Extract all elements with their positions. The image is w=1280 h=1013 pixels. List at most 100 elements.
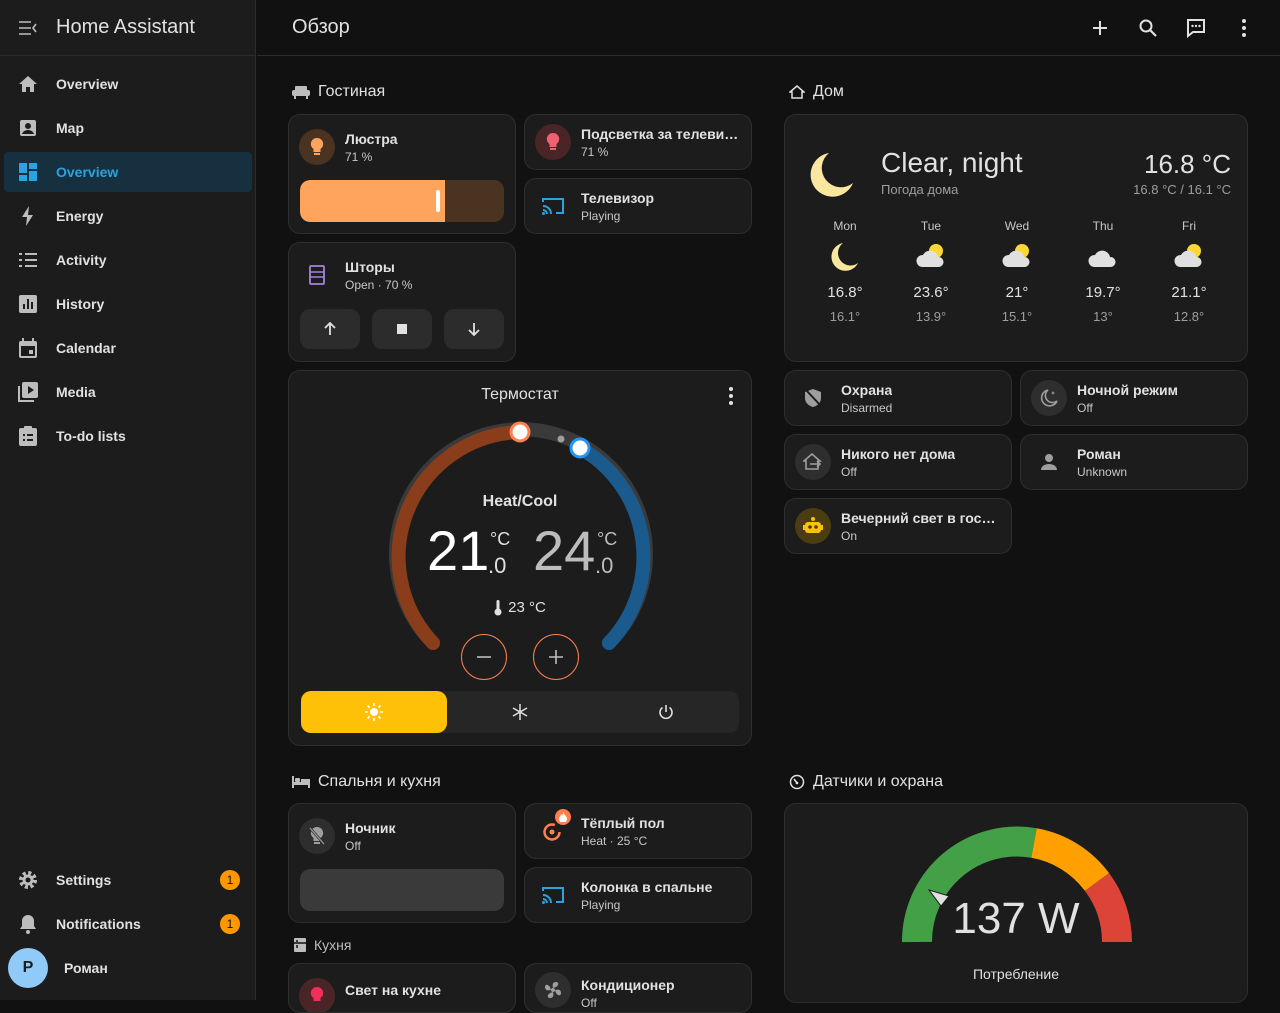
forecast-day-name: Tue — [920, 219, 942, 233]
mode-off-button[interactable] — [593, 691, 739, 733]
blinds-open-button[interactable] — [300, 309, 360, 349]
sidebar-item-energy[interactable]: Energy — [4, 196, 252, 236]
entity-state: Heat · 25 °C — [581, 833, 648, 848]
sidebar-item-label: Settings — [56, 872, 112, 888]
section-title: Кухня — [314, 937, 352, 953]
forecast-day: Fri 21.1° 12.8° — [1159, 219, 1219, 324]
ac-card[interactable]: Кондиционер Off — [524, 963, 752, 1013]
sidebar-item-label: Map — [56, 120, 84, 136]
blinds-stop-button[interactable] — [372, 309, 432, 349]
sidebar-item-profile[interactable]: Р Роман — [4, 948, 252, 988]
blinds-close-button[interactable] — [444, 309, 504, 349]
home-outline-icon — [789, 85, 805, 99]
robot-icon[interactable] — [795, 508, 831, 544]
thermostat-icon[interactable] — [535, 809, 571, 849]
evening-light-card[interactable]: Вечерний свет в гостиной On — [784, 498, 1012, 554]
forecast-day-name: Fri — [1182, 219, 1196, 233]
sidebar-item-label: Media — [56, 384, 96, 400]
away-card[interactable]: Никого нет дома Off — [784, 434, 1012, 490]
thermostat-dial[interactable] — [381, 421, 661, 661]
entity-name: Шторы — [345, 258, 395, 275]
person-card[interactable]: Роман Unknown — [1020, 434, 1248, 490]
current-temperature: 23 °C — [289, 599, 751, 616]
media-icon — [18, 382, 38, 402]
power-value: 137 W — [952, 894, 1080, 943]
thermostat-more-button[interactable] — [729, 387, 733, 410]
mode-heat-cool-button[interactable] — [301, 691, 447, 733]
section-title: Датчики и охрана — [813, 773, 943, 790]
sidebar-item-label: Energy — [56, 208, 104, 224]
cast-icon[interactable] — [535, 877, 571, 913]
lightbulb-icon[interactable] — [299, 129, 335, 165]
home-export-icon[interactable] — [795, 444, 831, 480]
gear-icon — [19, 871, 37, 889]
sidebar-item-todo[interactable]: To-do lists — [4, 416, 252, 456]
forecast-low: 12.8° — [1173, 309, 1205, 324]
account-icon[interactable] — [1031, 444, 1067, 480]
map-icon — [20, 120, 36, 136]
lightbulb-icon[interactable] — [535, 124, 571, 160]
section-title: Гостиная — [318, 83, 386, 100]
brightness-slider[interactable] — [300, 180, 504, 222]
floor-heating-card[interactable]: Тёплый пол Heat · 25 °C — [524, 803, 752, 859]
lightbulb-off-icon[interactable] — [299, 818, 335, 854]
high-setpoint-handle[interactable] — [569, 437, 591, 459]
entity-name: Ночной режим — [1077, 381, 1178, 398]
alarm-card[interactable]: Охрана Disarmed — [784, 370, 1012, 426]
low-setpoint-handle[interactable] — [509, 421, 531, 443]
add-button[interactable] — [1076, 4, 1124, 52]
lightbulb-icon[interactable] — [299, 978, 335, 1012]
sidebar-item-map[interactable]: Map — [4, 108, 252, 148]
low-setpoint-unit: °C — [490, 529, 511, 549]
entity-name: Люстра — [345, 130, 398, 147]
home-icon — [19, 76, 37, 92]
sun-snowflake-icon — [365, 703, 383, 721]
blinds-icon[interactable] — [299, 257, 335, 293]
shield-off-icon[interactable] — [795, 380, 831, 416]
sidebar-item-history[interactable]: History — [4, 284, 252, 324]
entity-name: Охрана — [841, 381, 893, 398]
ac-tile: Кондиционер Off — [525, 964, 751, 1012]
sidebar-item-notifications[interactable]: Notifications 1 — [4, 904, 252, 944]
tv-light-card[interactable]: Подсветка за телевизором 71 % — [524, 114, 752, 170]
kitchen-light-card[interactable]: Свет на кухне — [288, 963, 516, 1013]
cast-icon[interactable] — [535, 188, 571, 224]
more-menu-button[interactable] — [1220, 4, 1268, 52]
sidebar-item-settings[interactable]: Settings 1 — [4, 860, 252, 900]
cloudy-icon — [1088, 250, 1116, 267]
sidebar-item-media[interactable]: Media — [4, 372, 252, 412]
moon-star-icon[interactable] — [1031, 380, 1067, 416]
nightlight-brightness-slider[interactable] — [300, 869, 504, 911]
low-setpoint-decimal: .0 — [488, 553, 507, 578]
app-title: Home Assistant — [56, 16, 195, 38]
sidebar-item-label: History — [56, 296, 105, 312]
brightness-handle[interactable] — [435, 190, 440, 212]
sidebar-item-calendar[interactable]: Calendar — [4, 328, 252, 368]
increase-temperature-button[interactable] — [533, 634, 579, 680]
search-button[interactable] — [1124, 4, 1172, 52]
mode-cool-button[interactable] — [447, 691, 593, 733]
sidebar-item-overview[interactable]: Overview — [4, 64, 252, 104]
weather-card[interactable]: Clear, night Погода дома 16.8 °C 16.8 °C… — [784, 114, 1248, 362]
chandelier-card[interactable]: Люстра 71 % — [288, 114, 516, 234]
weather-location: Погода дома — [881, 182, 959, 197]
fire-badge-icon — [555, 809, 571, 825]
sidebar-item-overview-active[interactable]: Overview — [4, 152, 252, 192]
menu-toggle-button[interactable] — [0, 0, 56, 56]
decrease-temperature-button[interactable] — [461, 634, 507, 680]
speaker-card[interactable]: Колонка в спальне Playing — [524, 867, 752, 923]
clipboard-list-icon — [19, 426, 37, 446]
entity-state: Disarmed — [841, 400, 893, 415]
nightlight-card[interactable]: Ночник Off — [288, 803, 516, 923]
assist-button[interactable] — [1172, 4, 1220, 52]
sidebar-item-label: Notifications — [56, 916, 141, 932]
sidebar-item-activity[interactable]: Activity — [4, 240, 252, 280]
fan-icon[interactable] — [535, 972, 571, 1008]
moon-icon — [810, 153, 853, 197]
forecast-day-name: Thu — [1092, 219, 1114, 233]
power-gauge-card[interactable]: 137 W Потребление — [784, 803, 1248, 1003]
blinds-card[interactable]: Шторы Open · 70 % — [288, 242, 516, 362]
night-mode-card[interactable]: Ночной режим Off — [1020, 370, 1248, 426]
tv-card[interactable]: Телевизор Playing — [524, 178, 752, 234]
forecast-low: 15.1° — [1001, 309, 1033, 324]
